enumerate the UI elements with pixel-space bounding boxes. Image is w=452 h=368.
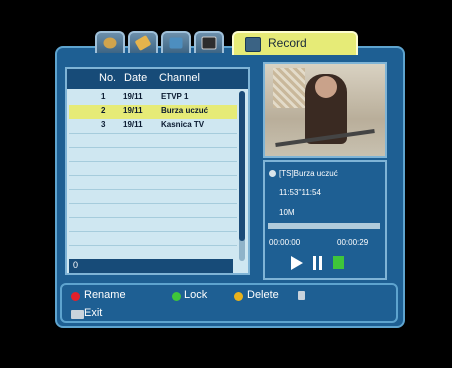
row-channel: ETVP 1 xyxy=(161,92,189,101)
row-divider xyxy=(69,217,237,218)
tab-tools[interactable] xyxy=(128,31,158,53)
row-divider xyxy=(69,133,237,134)
row-date: 19/11 xyxy=(123,120,143,129)
recording-size: 10M xyxy=(279,208,295,217)
row-divider xyxy=(69,203,237,204)
elapsed-time: 00:00:00 xyxy=(269,238,301,247)
film-icon xyxy=(201,36,217,50)
row-divider xyxy=(69,147,237,148)
info-key-icon xyxy=(298,291,305,300)
green-key-icon xyxy=(172,292,181,301)
exit-label[interactable]: Exit xyxy=(84,307,102,319)
row-divider xyxy=(69,175,237,176)
network-icon xyxy=(169,37,183,49)
recording-info: [TS]Burza uczuć 11:53''11:54 10M 00:00:0… xyxy=(263,160,387,280)
rename-label[interactable]: Rename xyxy=(84,289,126,301)
row-no: 3 xyxy=(101,120,106,129)
total-time: 00:00:29 xyxy=(337,238,369,247)
header-date: Date xyxy=(124,72,148,84)
playback-progress-bar[interactable] xyxy=(268,223,380,229)
delete-label[interactable]: Delete xyxy=(247,289,279,301)
recording-list: No. Date Channel 1 19/11 ETVP 1 2 19/11 … xyxy=(65,67,250,275)
status-icon xyxy=(269,170,276,177)
row-channel: Kasnica TV xyxy=(161,120,205,129)
list-footer: 0 xyxy=(69,259,233,273)
row-divider xyxy=(69,245,237,246)
pause-icon[interactable] xyxy=(313,256,322,270)
record-icon xyxy=(245,37,261,52)
tab-record[interactable]: Record xyxy=(232,31,358,55)
recording-time-range: 11:53''11:54 xyxy=(279,188,321,197)
header-channel: Channel xyxy=(159,72,200,84)
video-preview xyxy=(263,62,387,158)
stop-icon[interactable] xyxy=(333,256,344,269)
red-key-icon xyxy=(71,292,80,301)
list-row-selected[interactable]: 2 19/11 Burza uczuć xyxy=(69,105,237,119)
tools-icon xyxy=(134,34,152,52)
row-no: 1 xyxy=(101,92,106,101)
header-no: No. xyxy=(99,72,117,84)
footer-value: 0 xyxy=(73,260,79,270)
tab-media[interactable] xyxy=(194,31,224,53)
row-channel: Burza uczuć xyxy=(161,106,209,115)
row-no: 2 xyxy=(101,106,106,115)
yellow-key-icon xyxy=(234,292,243,301)
person-face xyxy=(315,76,337,98)
tab-network[interactable] xyxy=(161,31,191,53)
lock-label[interactable]: Lock xyxy=(184,289,207,301)
tab-record-label: Record xyxy=(268,36,307,50)
scrollbar-thumb[interactable] xyxy=(239,91,245,241)
row-date: 19/11 xyxy=(123,92,143,101)
row-divider xyxy=(69,161,237,162)
row-divider xyxy=(69,231,237,232)
list-header: No. Date Channel xyxy=(67,69,248,89)
list-row[interactable]: 3 19/11 Kasnica TV xyxy=(69,119,237,133)
recording-title: [TS]Burza uczuć xyxy=(279,169,338,178)
lattice-fence xyxy=(273,68,305,108)
tab-settings[interactable] xyxy=(95,31,125,53)
satellite-icon xyxy=(103,37,117,49)
exit-key-icon xyxy=(71,310,84,319)
list-row[interactable]: 1 19/11 ETVP 1 xyxy=(69,91,237,105)
play-icon[interactable] xyxy=(291,256,303,270)
row-date: 19/11 xyxy=(123,106,143,115)
key-legend: Rename Lock Delete Exit xyxy=(60,283,398,323)
row-divider xyxy=(69,189,237,190)
